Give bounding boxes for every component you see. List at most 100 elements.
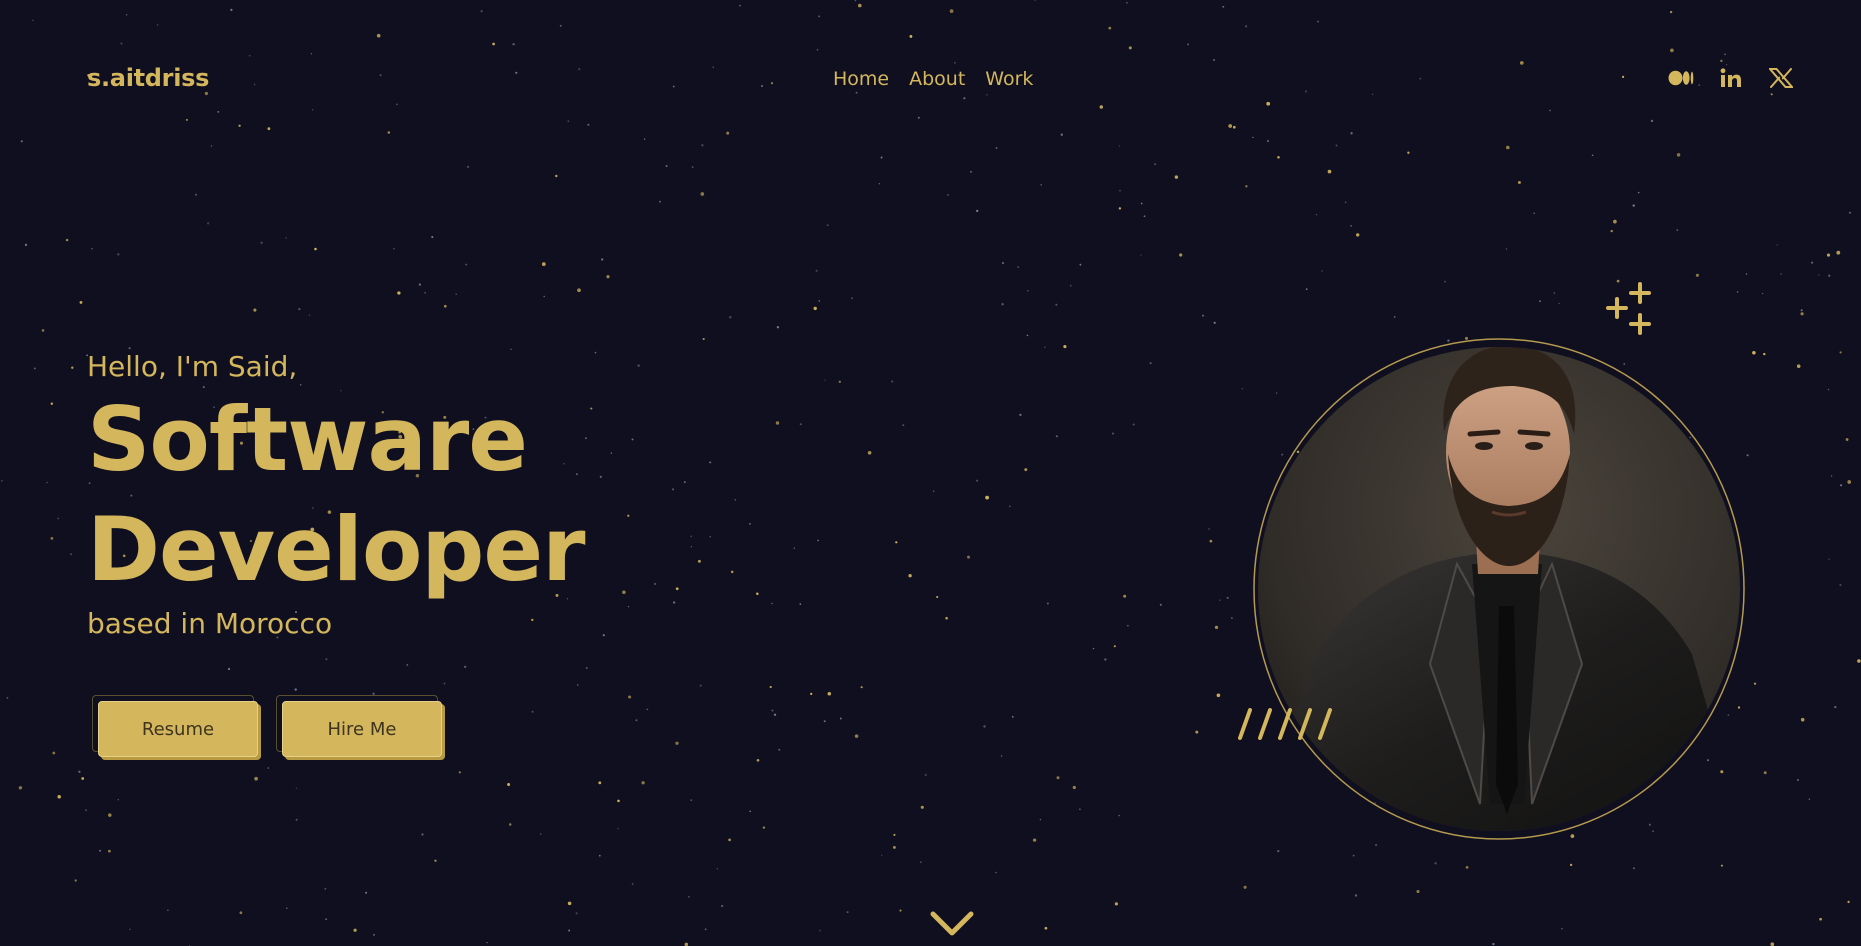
star — [207, 222, 210, 225]
resume-button[interactable]: Resume — [98, 701, 258, 757]
star — [1834, 705, 1837, 709]
star — [57, 795, 61, 799]
x-twitter-icon[interactable] — [1767, 64, 1795, 92]
star — [567, 901, 572, 906]
star — [373, 933, 375, 936]
star — [129, 928, 131, 931]
star — [91, 247, 93, 250]
star — [194, 193, 197, 196]
star — [1800, 309, 1803, 312]
portrait-image — [1252, 334, 1746, 844]
star — [815, 269, 818, 272]
star — [555, 174, 558, 178]
star — [983, 725, 986, 728]
star — [599, 475, 602, 478]
star — [397, 291, 401, 295]
nav-home[interactable]: Home — [833, 68, 889, 90]
star — [684, 942, 689, 946]
star — [1208, 528, 1210, 530]
star — [771, 602, 773, 605]
star — [585, 666, 588, 670]
star — [1024, 468, 1028, 472]
star — [128, 347, 131, 350]
star — [1354, 894, 1358, 897]
star — [1055, 303, 1058, 306]
hire-button-wrap: Hire Me — [276, 695, 442, 757]
chevron-down-icon[interactable] — [929, 909, 975, 943]
star — [1839, 584, 1842, 586]
star — [455, 293, 457, 295]
logo[interactable]: s.aitdriss — [87, 64, 209, 92]
star — [1118, 814, 1120, 817]
star — [976, 209, 979, 213]
star — [1143, 215, 1146, 218]
linkedin-icon[interactable] — [1717, 64, 1745, 92]
star — [839, 717, 842, 720]
star — [576, 684, 579, 686]
star — [1277, 850, 1280, 853]
star — [690, 546, 692, 548]
star — [260, 241, 263, 244]
star — [749, 810, 752, 813]
star — [1214, 625, 1219, 630]
star — [1056, 776, 1060, 780]
nav-about[interactable]: About — [909, 68, 965, 90]
star — [728, 838, 731, 842]
star — [1828, 558, 1830, 560]
star — [465, 263, 468, 266]
star — [1763, 771, 1767, 775]
star — [891, 380, 894, 383]
star — [1826, 253, 1831, 257]
star — [1063, 345, 1067, 349]
nav-work[interactable]: Work — [985, 68, 1033, 90]
star — [1776, 244, 1778, 246]
slashes-decoration — [1230, 706, 1340, 746]
star — [851, 297, 854, 300]
star — [817, 539, 819, 542]
star — [1818, 274, 1820, 276]
star — [704, 928, 707, 931]
star — [946, 193, 949, 196]
star — [285, 907, 288, 910]
star — [675, 587, 679, 591]
star — [1633, 867, 1635, 870]
star — [1828, 274, 1831, 277]
star — [1695, 273, 1699, 277]
star — [675, 741, 679, 745]
star — [1637, 191, 1640, 194]
star — [1154, 163, 1156, 166]
hero-subline: based in Morocco — [87, 607, 333, 640]
star — [920, 805, 924, 809]
star — [1492, 942, 1495, 946]
star — [1079, 263, 1082, 266]
star — [631, 883, 634, 885]
hire-me-button[interactable]: Hire Me — [282, 701, 442, 757]
star — [543, 295, 545, 298]
star — [107, 849, 111, 853]
star — [1849, 211, 1851, 214]
hero-greeting: Hello, I'm Said, — [87, 350, 298, 383]
star — [227, 667, 231, 671]
star — [1241, 388, 1243, 390]
star — [878, 183, 881, 185]
star — [1762, 292, 1764, 295]
star — [421, 833, 424, 836]
star — [985, 495, 989, 500]
star — [1736, 291, 1739, 293]
resume-button-wrap: Resume — [92, 695, 258, 757]
star — [406, 663, 409, 666]
star — [1857, 659, 1861, 663]
star — [57, 517, 60, 520]
star — [253, 308, 257, 312]
star — [1027, 290, 1029, 292]
star — [507, 783, 511, 786]
star — [1517, 181, 1521, 184]
star — [665, 165, 668, 168]
star — [1009, 505, 1011, 508]
main-nav: Home About Work — [833, 68, 1033, 90]
star — [995, 871, 997, 874]
star — [1505, 248, 1508, 250]
star — [1179, 253, 1183, 257]
medium-icon[interactable] — [1667, 64, 1695, 92]
star — [308, 314, 311, 316]
